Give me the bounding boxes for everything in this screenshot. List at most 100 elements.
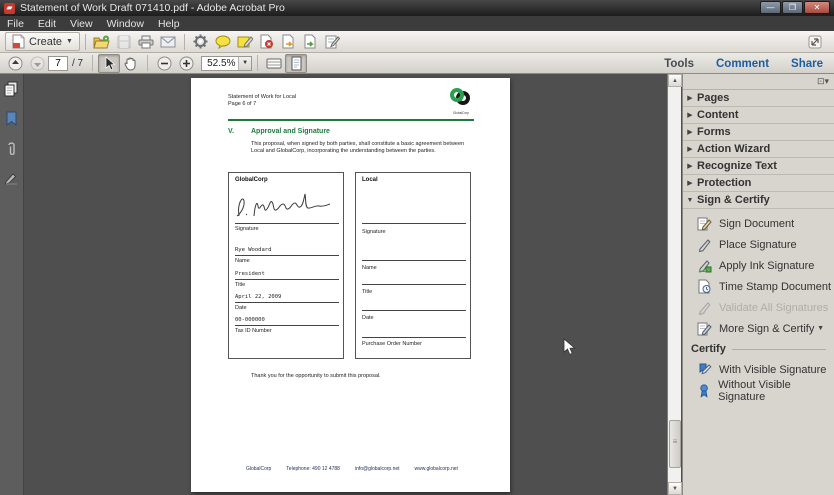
scrolling-mode-button[interactable] [263, 54, 285, 73]
minimize-button[interactable]: — [760, 1, 781, 14]
panel-content[interactable]: ▶ Content [683, 107, 834, 124]
bookmarks-icon[interactable] [3, 110, 20, 127]
acrobat-window: ▰ Statement of Work Draft 071410.pdf - A… [0, 0, 834, 495]
time-stamp-document-item[interactable]: Time Stamp Document [683, 276, 834, 297]
single-page-mode-button[interactable] [285, 53, 308, 73]
without-visible-signature-item[interactable]: Without Visible Signature [683, 378, 834, 403]
create-label: Create [29, 35, 63, 48]
chevron-right-icon: ▶ [687, 146, 693, 153]
name-line [362, 260, 466, 261]
doc-footer: GlobalCorp Telephone: 490 12 4788 info@g… [246, 466, 458, 472]
signatures-icon[interactable] [3, 170, 20, 187]
validate-signatures-icon [698, 302, 711, 315]
zoom-level-control[interactable]: 52.5% ▼ [201, 55, 253, 71]
print-icon[interactable] [135, 32, 157, 51]
panel-sign-certify[interactable]: ▼ Sign & Certify [683, 192, 834, 209]
section-body: This proposal, when signed by both parti… [251, 141, 465, 154]
page-number-input[interactable] [48, 55, 68, 71]
zoom-dropdown-button[interactable]: ▼ [238, 56, 252, 70]
open-file-icon[interactable] [91, 32, 113, 51]
pane-options-bar: ⊡▾ [683, 74, 834, 90]
left-box-title: GlobalCorp [235, 177, 268, 183]
panel-pages[interactable]: ▶ Pages [683, 90, 834, 107]
field-label: Signature [235, 226, 259, 232]
mouse-cursor [563, 338, 576, 356]
logo-text: GlobalCorp [453, 111, 469, 115]
field-label: Name [362, 265, 377, 271]
menu-edit[interactable]: Edit [31, 18, 63, 30]
field-label: Purchase Order Number [362, 341, 422, 347]
maximize-button[interactable]: ❐ [782, 1, 803, 14]
panel-label: Action Wizard [697, 143, 771, 155]
acrobat-app-icon: ▰ [4, 2, 15, 14]
scroll-down-arrow[interactable]: ▼ [668, 482, 682, 495]
place-signature-icon [698, 239, 711, 252]
sticky-note-icon[interactable] [234, 32, 256, 51]
previous-page-button[interactable] [4, 54, 26, 73]
pdf-remove-icon[interactable] [256, 32, 278, 51]
save-icon[interactable] [113, 32, 135, 51]
menu-window[interactable]: Window [100, 18, 151, 30]
page-thumbnails-icon[interactable] [3, 80, 20, 97]
handwritten-signature [236, 193, 331, 217]
panel-forms[interactable]: ▶ Forms [683, 124, 834, 141]
panel-recognize-text[interactable]: ▶ Recognize Text [683, 158, 834, 175]
gear-icon[interactable] [190, 32, 212, 51]
footer-email: info@globalcorp.net [354, 466, 400, 472]
time-stamp-icon [698, 279, 711, 294]
close-button[interactable]: ✕ [804, 1, 830, 14]
item-label: Validate All Signatures [719, 301, 829, 314]
pdf-attach-icon[interactable] [300, 32, 322, 51]
attachments-icon[interactable] [3, 140, 20, 157]
panel-protection[interactable]: ▶ Protection [683, 175, 834, 192]
sign-document-item[interactable]: Sign Document [683, 213, 834, 234]
field-value: 00-000000 [235, 317, 265, 323]
select-tool-button[interactable] [98, 53, 121, 73]
place-signature-item[interactable]: Place Signature [683, 234, 834, 255]
item-label: Without Visible Signature [718, 378, 791, 403]
create-button[interactable]: Create ▼ [5, 32, 80, 51]
next-page-button[interactable] [26, 54, 48, 73]
apply-ink-signature-item[interactable]: Apply Ink Signature [683, 255, 834, 276]
tab-comment[interactable]: Comment [705, 58, 780, 70]
scroll-up-arrow[interactable]: ▲ [668, 74, 682, 87]
pdf-export-icon[interactable] [278, 32, 300, 51]
zoom-out-button[interactable] [153, 54, 175, 73]
menu-view[interactable]: View [63, 18, 100, 30]
hand-tool-button[interactable] [120, 54, 142, 73]
validate-all-signatures-item[interactable]: Validate All Signatures [683, 297, 834, 318]
zoom-in-button[interactable] [175, 54, 197, 73]
menu-help[interactable]: Help [151, 18, 187, 30]
document-scrollbar[interactable]: ▲ ▼ [667, 74, 682, 495]
without-visible-signature-icon [700, 384, 708, 398]
chevron-right-icon: ▶ [687, 163, 693, 170]
edit-form-icon[interactable] [322, 32, 344, 51]
tab-share[interactable]: Share [780, 58, 834, 70]
item-label: Time Stamp Document [719, 280, 832, 293]
main-toolbar: Create ▼ [0, 31, 834, 53]
section-title: Approval and Signature [251, 128, 330, 135]
pane-options-icon[interactable]: ⊡▾ [817, 76, 829, 87]
more-sign-certify-item[interactable]: More Sign & Certify ▼ [683, 318, 834, 339]
toolbar-separator [183, 33, 185, 50]
scrollbar-thumb[interactable] [669, 420, 681, 468]
item-label: Place Signature [719, 238, 797, 251]
doc-header-line1: Statement of Work for Local [228, 94, 297, 100]
panel-label: Recognize Text [697, 160, 777, 172]
with-visible-signature-item[interactable]: With Visible Signature [683, 359, 834, 380]
chevron-down-icon: ▼ [686, 196, 694, 204]
po-line [362, 337, 466, 338]
zoom-level-value[interactable]: 52.5% [202, 58, 238, 69]
expand-toolbar-icon[interactable] [804, 32, 826, 51]
comment-bubble-icon[interactable] [212, 32, 234, 51]
field-value: April 22, 2009 [235, 294, 282, 300]
panel-label: Content [697, 109, 739, 121]
tab-tools[interactable]: Tools [653, 58, 705, 70]
panel-action-wizard[interactable]: ▶ Action Wizard [683, 141, 834, 158]
field-label: Name [235, 258, 250, 264]
taxid-line [235, 325, 339, 326]
field-label: Tax ID Number [235, 328, 272, 334]
menu-file[interactable]: File [0, 18, 31, 30]
pdf-page[interactable]: Statement of Work for Local Page 6 of 7 … [191, 78, 510, 492]
email-icon[interactable] [157, 32, 179, 51]
